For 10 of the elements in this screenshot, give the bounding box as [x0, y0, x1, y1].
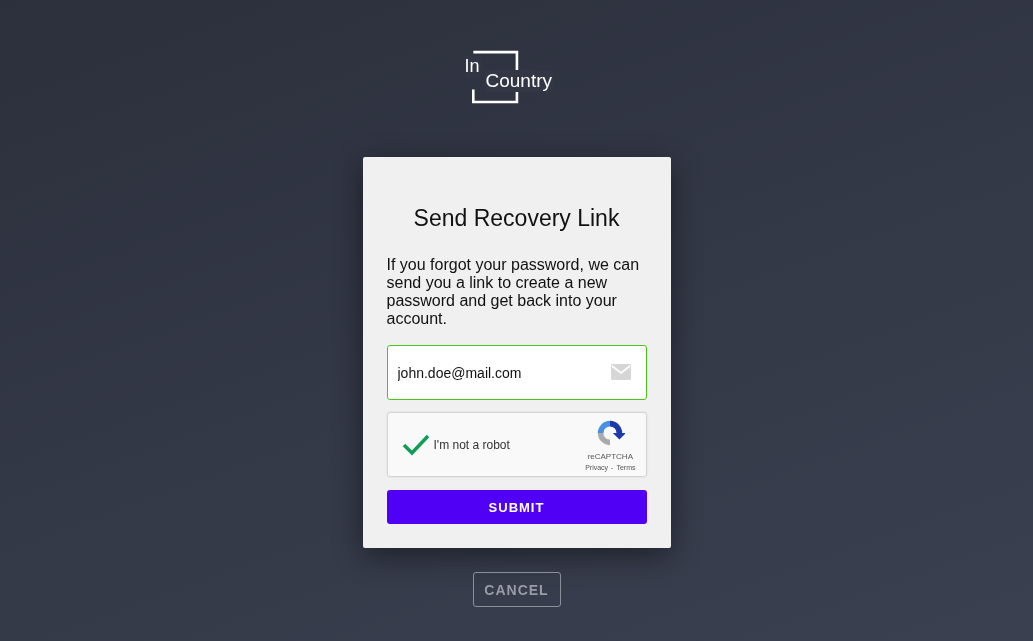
submit-button[interactable]: SUBMIT — [386, 490, 647, 524]
captcha-brand: reCAPTCHA — [587, 452, 633, 461]
mail-icon — [610, 364, 631, 380]
cancel-button[interactable]: CANCEL — [472, 572, 561, 607]
recaptcha-logo-icon — [595, 418, 626, 448]
email-field[interactable]: john.doe@mail.com — [386, 345, 647, 400]
logo-name: Country — [484, 70, 554, 92]
description-text: If you forgot your password, we can send you a link to create a new password and get back into your account. — [386, 256, 641, 328]
card-title: Send Recovery Link — [412, 205, 621, 232]
captcha-label: I'm not a robot — [433, 437, 511, 452]
